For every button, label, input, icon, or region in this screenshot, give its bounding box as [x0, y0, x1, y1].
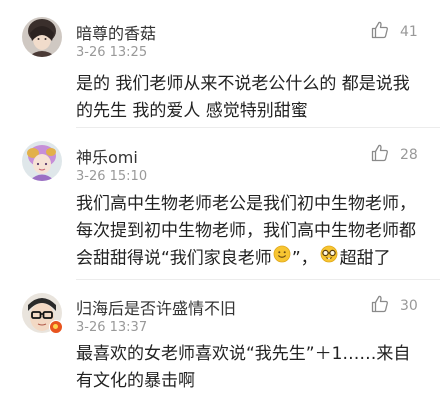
- like-button[interactable]: 28: [370, 143, 418, 167]
- comment-text: 最喜欢的女老师喜欢说“我先生”＋1……来自有文化的暴击啊: [76, 344, 411, 391]
- username[interactable]: 神乐omi: [76, 144, 138, 168]
- comment-list: 暗尊的香菇 3-26 13:25 41 是的 我们老师从来不说老公什么的 都是说…: [0, 0, 440, 405]
- avatar[interactable]: [22, 141, 62, 181]
- smile-emoji-icon: [273, 245, 291, 272]
- comment-item: 神乐omi 3-26 15:10 28 我们高中生物老师老公是我们初中生物老师，…: [0, 128, 440, 280]
- comment-text-part: ”，: [291, 248, 318, 269]
- timestamp: 3-26 15:10: [76, 169, 148, 184]
- like-button[interactable]: 30: [370, 294, 418, 318]
- thumbs-up-icon: [370, 294, 390, 318]
- thumbs-up-icon: [370, 20, 390, 44]
- comment-text: 我们高中生物老师老公是我们初中生物老师，每次提到初中生物老师，我们高中生物老师都…: [76, 191, 418, 273]
- timestamp: 3-26 13:37: [76, 320, 148, 335]
- nerd-glasses-emoji-icon: [319, 245, 339, 272]
- comment-text: 是的 我们老师从来不说老公什么的 都是说我的先生 我的爱人 感觉特别甜蜜: [76, 74, 410, 121]
- timestamp: 3-26 13:25: [76, 45, 148, 60]
- avatar[interactable]: [22, 17, 62, 57]
- like-count: 30: [400, 298, 418, 314]
- comment-text-part: 超甜了: [339, 248, 391, 269]
- like-count: 41: [400, 24, 418, 40]
- like-count: 28: [400, 147, 418, 163]
- username[interactable]: 暗尊的香菇: [76, 20, 156, 44]
- username[interactable]: 归海后是否许盛情不旧: [76, 295, 236, 319]
- comment-item: 暗尊的香菇 3-26 13:25 41 是的 我们老师从来不说老公什么的 都是说…: [0, 0, 440, 128]
- thumbs-up-icon: [370, 143, 390, 167]
- like-button[interactable]: 41: [370, 20, 418, 44]
- comment-item: 归海后是否许盛情不旧 3-26 13:37 30 最喜欢的女老师喜欢说“我先生”…: [0, 280, 440, 405]
- verified-badge-icon: [49, 320, 63, 334]
